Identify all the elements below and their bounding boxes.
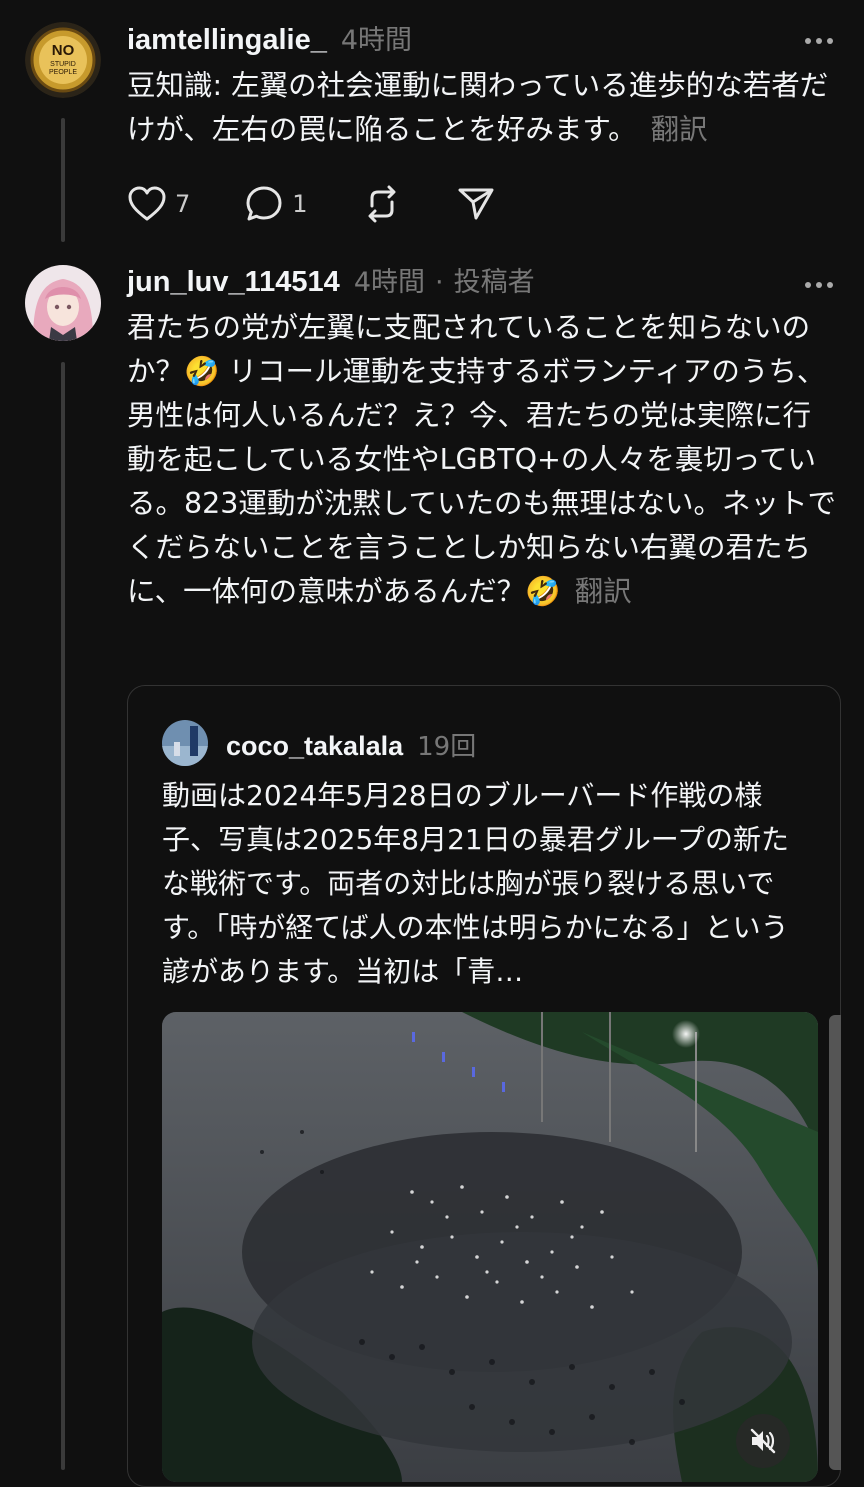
- thread-line: [61, 118, 65, 242]
- next-media-peek[interactable]: [829, 1015, 841, 1470]
- night-plaza-crowd-image: [162, 1012, 818, 1482]
- timestamp: 4時間: [353, 267, 426, 298]
- post-text: 君たちの党が左翼に支配されていることを知らないのか？🤣 リコール運動を支持するボ…: [127, 311, 837, 608]
- post-header: iamtellingalie_ 4時間: [127, 18, 412, 57]
- avatar[interactable]: [162, 720, 208, 766]
- like-button[interactable]: 7: [127, 185, 190, 223]
- muted-speaker-icon: [750, 1428, 776, 1454]
- repost-button[interactable]: [362, 184, 402, 224]
- avatar[interactable]: [25, 265, 101, 341]
- author-badge: 投稿者: [453, 267, 535, 298]
- video-thumbnail[interactable]: [162, 1012, 818, 1482]
- username[interactable]: jun_luv_114514: [127, 266, 340, 299]
- timestamp: 19回: [417, 732, 477, 762]
- svg-text:NO: NO: [52, 42, 75, 59]
- reply-count: 1: [292, 190, 308, 218]
- more-icon[interactable]: [804, 270, 834, 295]
- timestamp: 4時間: [340, 25, 413, 56]
- more-icon[interactable]: [804, 26, 834, 51]
- share-button[interactable]: [456, 184, 496, 224]
- quote-header: coco_takalala 19回: [226, 726, 476, 763]
- heart-icon: [128, 186, 166, 221]
- post-text: 豆知識: 左翼の社会運動に関わっている進歩的な若者だけが、左右の罠に陥ることを好…: [127, 69, 829, 146]
- avatar[interactable]: NO STUPID PEOPLE: [25, 22, 101, 98]
- mute-button[interactable]: [736, 1414, 790, 1468]
- translate-link[interactable]: 翻訳: [651, 113, 708, 146]
- comment-icon: [246, 186, 282, 221]
- reply-button[interactable]: 1: [244, 184, 308, 224]
- share-icon: [458, 188, 494, 220]
- thread-line: [61, 362, 65, 1470]
- separator-dot: ·: [435, 267, 444, 298]
- translate-link[interactable]: 翻訳: [575, 575, 632, 608]
- quote-text: 動画は2024年5月28日のブルーバード作戦の様子、写真は2025年8月21日の…: [162, 779, 790, 988]
- quoted-post[interactable]: coco_takalala 19回 動画は2024年5月28日のブルーバード作戦…: [127, 685, 841, 1487]
- svg-text:STUPID: STUPID: [50, 61, 76, 68]
- like-count: 7: [175, 190, 191, 218]
- post-header: jun_luv_114514 4時間 · 投稿者: [127, 260, 535, 299]
- username[interactable]: iamtellingalie_: [127, 24, 327, 57]
- username[interactable]: coco_takalala: [226, 731, 403, 762]
- repost-icon: [368, 185, 396, 223]
- svg-text:PEOPLE: PEOPLE: [49, 69, 77, 76]
- action-bar: 7 1: [127, 184, 550, 224]
